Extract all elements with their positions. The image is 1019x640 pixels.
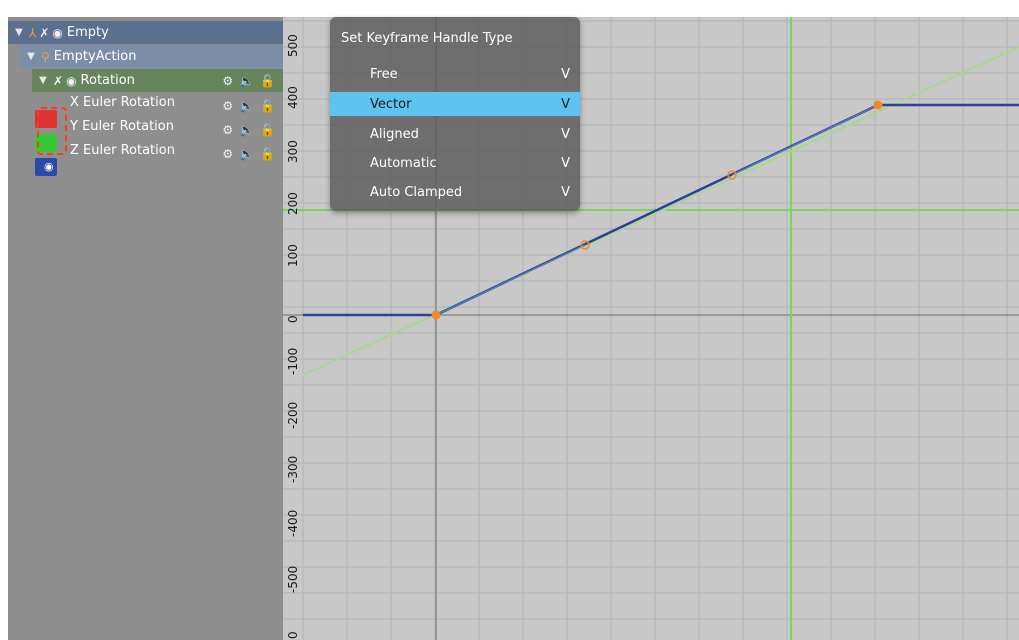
action-label: EmptyAction [53,49,137,64]
expand-triangle-icon[interactable]: ▼ [36,75,50,86]
speaker-icon[interactable]: 🔈 [239,74,254,88]
speaker-icon[interactable]: 🔈 [239,99,254,113]
lock-icon[interactable]: 🔓 [260,74,275,88]
speaker-icon[interactable]: 🔈 [239,147,254,161]
y-tick-label: -500 [286,565,300,593]
y-tick-label: -200 [286,401,300,429]
y-tick-label: 300 [286,140,300,163]
menu-item-automatic[interactable]: Automatic V [330,151,580,175]
menu-item-label: Free [370,66,398,82]
pin-icon[interactable]: ✗ [53,74,63,88]
y-tick-label: 200 [286,192,300,215]
lock-icon[interactable]: 🔓 [260,99,275,113]
channel-action-row[interactable]: ▼ ⚲ EmptyAction [20,45,283,68]
y-tick-label: -400 [286,509,300,537]
handle-type-menu: Set Keyframe Handle Type Free V Vector V… [330,17,580,211]
keyframe-point[interactable] [873,100,883,110]
y-tick-label: 500 [286,34,300,57]
menu-item-shortcut: V [561,126,570,142]
expand-triangle-icon[interactable]: ▼ [12,27,26,38]
menu-item-shortcut: V [561,96,570,112]
y-tick-label: 400 [286,86,300,109]
expand-triangle-icon[interactable]: ▼ [24,51,38,62]
y-tick-label: -100 [286,347,300,375]
wrench-icon[interactable]: ⚙ [222,74,233,88]
pin-icon[interactable]: ✗ [39,26,49,40]
menu-item-vector[interactable]: Vector V [330,92,580,116]
wrench-icon[interactable]: ⚙ [222,147,233,161]
y-tick-label: 100 [286,244,300,267]
channel-controls: ⚙ 🔈 🔓 [222,94,275,117]
wrench-icon[interactable]: ⚙ [222,123,233,137]
eye-icon[interactable]: ◉ [66,74,76,88]
action-icon: ⚲ [41,49,50,64]
group-controls: ⚙ 🔈 🔓 [222,69,275,92]
object-label: Empty [66,25,109,40]
keyframe-point[interactable] [431,310,441,320]
menu-item-label: Vector [370,96,412,112]
y-tick-label: 0 [286,315,300,323]
menu-item-shortcut: V [561,66,570,82]
menu-item-free[interactable]: Free V [330,62,580,86]
y-channel-row[interactable]: ⚙ 🔈 🔓 [32,118,283,141]
menu-item-aligned[interactable]: Aligned V [330,122,580,146]
channel-controls: ⚙ 🔈 🔓 [222,118,275,141]
menu-item-auto-clamped[interactable]: Auto Clamped V [330,180,580,204]
menu-item-label: Auto Clamped [370,184,463,200]
menu-item-label: Automatic [370,155,437,171]
wrench-icon[interactable]: ⚙ [222,99,233,113]
eye-icon[interactable]: ◉ [52,26,62,40]
y-tick-label: 0 [286,631,300,639]
lock-icon[interactable]: 🔓 [260,123,275,137]
axes-icon: ⅄ [29,25,37,40]
channel-object-row[interactable]: ▼ ⅄ ✗ ◉ Empty [8,21,283,44]
channel-group-row[interactable]: ▼ ✗ ◉ Rotation ⚙ 🔈 🔓 [32,69,283,92]
z-channel-row[interactable]: ⚙ 🔈 🔓 [32,142,283,165]
graph-editor: ▼ ⅄ ✗ ◉ Empty ▼ ⚲ EmptyAction ▼ ✗ ◉ Rota… [0,0,1019,640]
menu-item-label: Aligned [370,126,419,142]
menu-item-shortcut: V [561,184,570,200]
menu-item-shortcut: V [561,155,570,171]
channel-controls: ⚙ 🔈 🔓 [222,142,275,165]
group-label: Rotation [80,73,135,88]
speaker-icon[interactable]: 🔈 [239,123,254,137]
menu-title: Set Keyframe Handle Type [341,31,513,46]
channel-list: ▼ ⅄ ✗ ◉ Empty ▼ ⚲ EmptyAction ▼ ✗ ◉ Rota… [8,17,284,640]
keyframe-handle[interactable] [731,104,879,176]
lock-icon[interactable]: 🔓 [260,147,275,161]
x-channel-row[interactable]: ⚙ 🔈 🔓 [32,94,283,117]
y-tick-label: -300 [286,455,300,483]
